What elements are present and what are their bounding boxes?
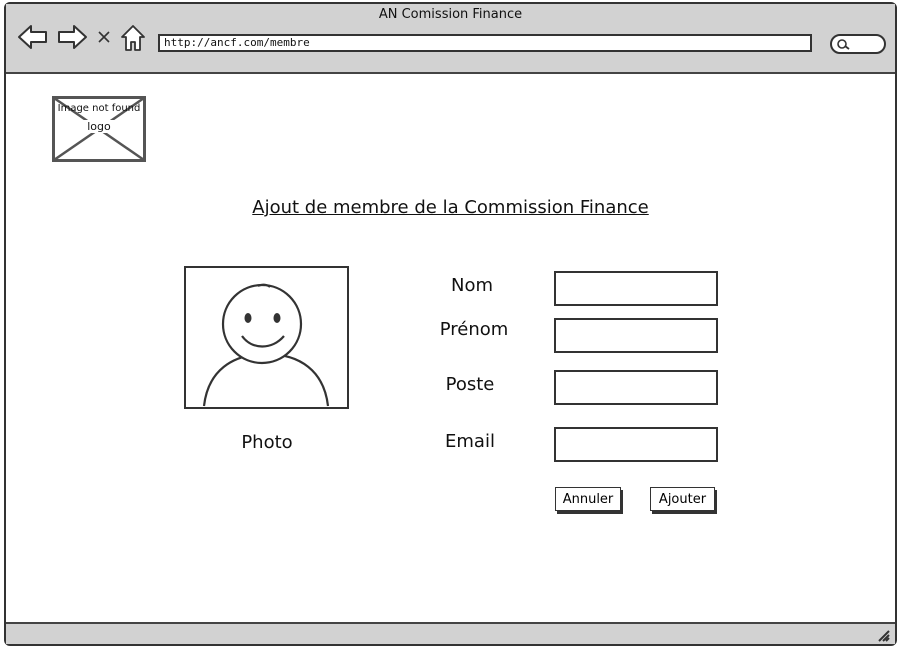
- label-poste: Poste: [445, 374, 495, 395]
- home-icon[interactable]: [120, 24, 146, 52]
- browser-window: AN Comission Finance http://ancf.com/mem…: [4, 2, 897, 646]
- image-alt-text: Image not found: [57, 103, 141, 114]
- cancel-button[interactable]: Annuler: [555, 487, 621, 511]
- window-title: AN Comission Finance: [378, 7, 523, 22]
- browser-toolbar: AN Comission Finance http://ancf.com/mem…: [6, 4, 895, 74]
- photo-caption: Photo: [241, 432, 293, 453]
- nom-input[interactable]: [554, 271, 718, 306]
- email-input[interactable]: [554, 427, 718, 462]
- search-icon: [837, 39, 850, 50]
- prenom-input[interactable]: [554, 318, 718, 353]
- label-nom: Nom: [450, 275, 493, 296]
- label-prenom: Prénom: [439, 319, 509, 340]
- address-bar[interactable]: http://ancf.com/membre: [158, 34, 812, 52]
- search-field[interactable]: [830, 34, 886, 54]
- poste-input[interactable]: [554, 370, 718, 405]
- logo-image-placeholder: Image not found logo: [52, 96, 146, 162]
- page-title: Ajout de membre de la Commission Finance: [252, 197, 649, 218]
- label-email: Email: [445, 431, 495, 452]
- close-icon[interactable]: [97, 30, 111, 44]
- forward-arrow-icon[interactable]: [56, 24, 88, 50]
- resize-grip-icon[interactable]: [875, 627, 891, 643]
- status-bar: [6, 622, 895, 644]
- photo-placeholder[interactable]: [184, 266, 350, 410]
- logo-label: logo: [82, 120, 116, 133]
- add-member-button[interactable]: Ajouter: [650, 487, 715, 511]
- back-arrow-icon[interactable]: [17, 24, 49, 50]
